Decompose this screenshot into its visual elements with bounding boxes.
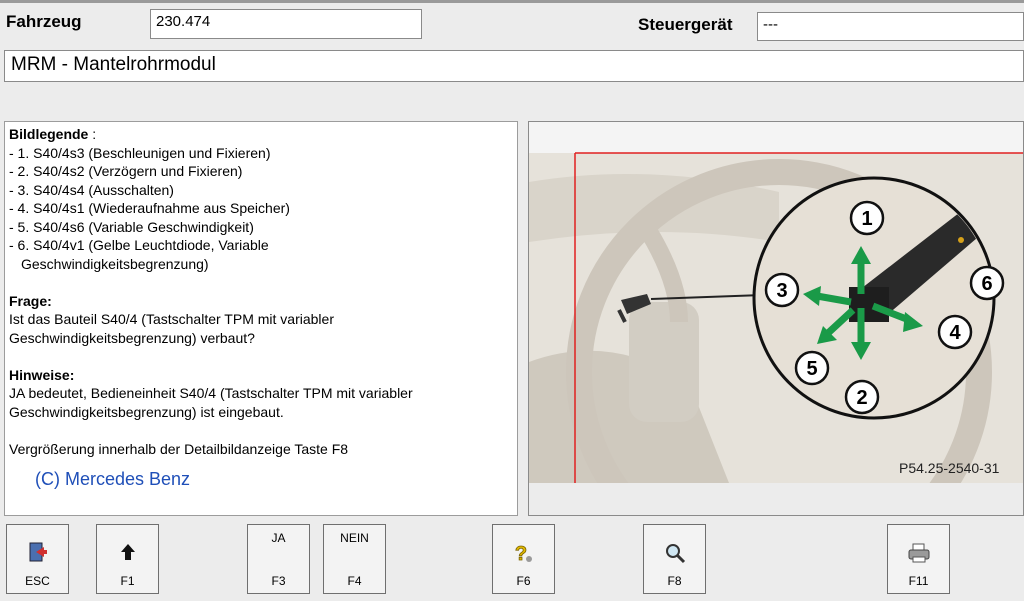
- callout-1: 1: [849, 200, 885, 236]
- question-title: Frage:: [9, 292, 52, 309]
- esc-label: ESC: [25, 574, 50, 588]
- legend-item: - 2. S40/4s2 (Verzögern und Fixieren): [9, 163, 243, 179]
- svg-text:6: 6: [981, 273, 992, 295]
- vehicle-field[interactable]: 230.474: [150, 9, 422, 39]
- question-line: Geschwindigkeitsbegrenzung) verbaut?: [9, 329, 255, 346]
- legend-item: Geschwindigkeitsbegrenzung): [21, 255, 209, 272]
- f4-no-button[interactable]: NEIN F4: [323, 524, 386, 594]
- svg-text:4: 4: [949, 322, 961, 344]
- callout-2: 2: [844, 379, 880, 415]
- question-line: Ist das Bauteil S40/4 (Tastschalter TPM …: [9, 311, 334, 327]
- callout-4: 4: [937, 314, 973, 350]
- image-reference: P54.25-2540-31: [899, 460, 1000, 476]
- up-arrow-icon: [97, 541, 158, 565]
- legend-title-suffix: :: [88, 126, 97, 142]
- module-title-field: MRM - Mantelrohrmodul: [4, 50, 1024, 82]
- svg-text:5: 5: [806, 358, 817, 380]
- legend-title: Bildlegende: [9, 126, 89, 142]
- svg-text:2: 2: [856, 387, 867, 409]
- magnifier-icon: [644, 541, 705, 565]
- top-border: [0, 0, 1024, 3]
- vehicle-label: Fahrzeug: [6, 12, 82, 31]
- f1-label: F1: [120, 574, 135, 588]
- legend-item: - 3. S40/4s4 (Ausschalten): [9, 181, 174, 198]
- f1-button[interactable]: F1: [96, 524, 159, 594]
- f3-top-label: JA: [271, 531, 286, 545]
- f8-label: F8: [667, 574, 682, 588]
- f4-label: F4: [347, 574, 362, 588]
- esc-button[interactable]: ESC: [6, 524, 69, 594]
- svg-text:3: 3: [776, 280, 787, 302]
- f6-help-button[interactable]: ? F6: [492, 524, 555, 594]
- printer-icon: [888, 541, 949, 565]
- notes-line: JA bedeutet, Bedieneinheit S40/4 (Tastsc…: [9, 385, 413, 401]
- legend-item: - 6. S40/4v1 (Gelbe Leuchtdiode, Variabl…: [9, 237, 269, 253]
- notes-line: Geschwindigkeitsbegrenzung) ist eingebau…: [9, 403, 284, 420]
- control-unit-label: Steuergerät: [638, 15, 733, 34]
- callout-6: 6: [969, 265, 1005, 301]
- callout-5: 5: [794, 350, 830, 386]
- legend-item: - 5. S40/4s6 (Variable Geschwindigkeit): [9, 218, 254, 235]
- help-question-icon: ?: [493, 541, 554, 565]
- legend-panel: Bildlegende : - 1. S40/4s3 (Beschleunige…: [4, 121, 518, 516]
- legend-item: - 4. S40/4s1 (Wiederaufnahme aus Speiche…: [9, 200, 290, 216]
- callout-3: 3: [764, 272, 800, 308]
- f3-label: F3: [271, 574, 286, 588]
- f11-label: F11: [908, 574, 929, 588]
- control-unit-field[interactable]: ---: [757, 12, 1024, 41]
- zoom-hint: Vergrößerung innerhalb der Detailbildanz…: [9, 440, 349, 457]
- f11-print-button[interactable]: F11: [887, 524, 950, 594]
- notes-title: Hinweise:: [9, 366, 75, 383]
- legend-item: - 1. S40/4s3 (Beschleunigen und Fixieren…: [9, 144, 271, 161]
- exit-door-icon: [7, 541, 68, 565]
- f6-label: F6: [516, 574, 531, 588]
- f4-top-label: NEIN: [340, 531, 369, 545]
- f8-zoom-button[interactable]: F8: [643, 524, 706, 594]
- svg-text:1: 1: [861, 208, 872, 230]
- detail-image-panel[interactable]: 1 2 3 4 5 6 P54.25-2540-31: [528, 121, 1024, 516]
- svg-text:?: ?: [514, 543, 526, 565]
- f3-yes-button[interactable]: JA F3: [247, 524, 310, 594]
- copyright-text: (C) Mercedes Benz: [35, 469, 191, 489]
